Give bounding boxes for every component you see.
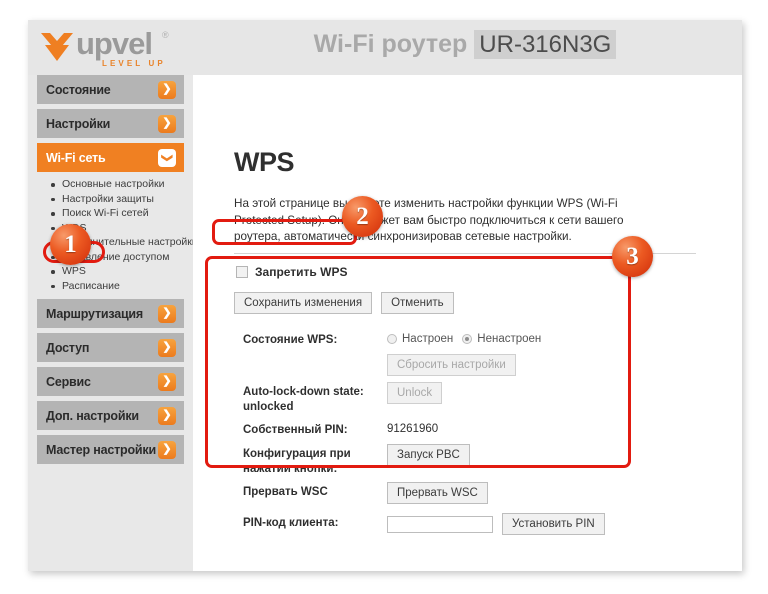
page-header: upvel ® LEVEL UP Wi-Fi роутер UR-316N3G xyxy=(28,20,742,75)
stop-wsc-label: Прервать WSC xyxy=(243,486,328,498)
sidebar-item-settings[interactable]: Настройки ❯ xyxy=(37,109,184,138)
sidebar-subitem-security-settings[interactable]: Настройки защиты xyxy=(51,192,184,207)
client-pin-row: PIN-код клиента: Установить PIN xyxy=(243,513,643,535)
upvel-chevron-logo-icon xyxy=(41,33,73,61)
page-description: На этой странице вы можете изменить наст… xyxy=(234,197,624,243)
main-content: WPS На этой странице вы можете изменить … xyxy=(193,75,742,571)
chevron-right-icon: ❯ xyxy=(158,440,176,459)
sidebar-item-label: Wi-Fi сеть xyxy=(46,150,106,165)
disable-wps-label: Запретить WPS xyxy=(255,265,348,279)
sidebar-item-service[interactable]: Сервис ❯ xyxy=(37,367,184,396)
sidebar-item-label: Сервис xyxy=(46,374,91,389)
router-model-badge: UR-316N3G xyxy=(474,30,617,59)
chevron-right-icon: ❯ xyxy=(158,338,176,357)
wps-reset-spacer xyxy=(243,354,387,357)
wps-reset-row: Сбросить настройки xyxy=(243,354,643,376)
chevron-right-icon: ❯ xyxy=(158,80,176,99)
sidebar-item-status[interactable]: Состояние ❯ xyxy=(37,75,184,104)
sidebar-item-label: Состояние xyxy=(46,82,111,97)
sidebar-item-routing[interactable]: Маршрутизация ❯ xyxy=(37,299,184,328)
header-title-prefix: Wi-Fi роутер xyxy=(313,30,468,58)
sidebar-item-setup-wizard[interactable]: Мастер настройки ❯ xyxy=(37,435,184,464)
stop-wsc-button[interactable]: Прервать WSC xyxy=(387,482,488,504)
wps-status-unconfigured-option[interactable]: Ненастроен xyxy=(462,333,541,345)
sidebar-item-access[interactable]: Доступ ❯ xyxy=(37,333,184,362)
router-admin-page: upvel ® LEVEL UP Wi-Fi роутер UR-316N3G … xyxy=(28,20,742,571)
client-pin-input[interactable] xyxy=(387,515,493,533)
disable-wps-row[interactable]: Запретить WPS xyxy=(236,265,347,279)
chevron-down-icon: ❯ xyxy=(158,148,176,167)
sidebar-item-label: Доп. настройки xyxy=(46,408,139,423)
logo-registered-mark: ® xyxy=(162,30,169,40)
sidebar-item-label: Мастер настройки xyxy=(46,442,156,457)
save-button[interactable]: Сохранить изменения xyxy=(234,292,373,314)
chevron-right-icon: ❯ xyxy=(158,114,176,133)
pbc-label: Конфигурация при нажатии кнопки: xyxy=(243,448,351,475)
sidebar-subitem-basic-settings[interactable]: Основные настройки xyxy=(51,177,184,192)
wps-status-row: Состояние WPS: Настроен Ненастроен xyxy=(243,330,643,348)
start-pbc-button[interactable]: Запуск PBC xyxy=(387,444,470,466)
annotation-badge-2: 2 xyxy=(342,196,383,237)
sidebar-subitem-schedule[interactable]: Расписание xyxy=(51,279,184,294)
reset-settings-button[interactable]: Сбросить настройки xyxy=(387,354,516,376)
radio-icon-selected[interactable] xyxy=(462,334,473,344)
autolock-row: Auto-lock-down state: unlocked Unlock xyxy=(243,382,643,414)
page-heading: WPS xyxy=(234,147,295,177)
own-pin-row: Собственный PIN: 91261960 xyxy=(243,420,643,438)
wps-status-label: Состояние WPS: xyxy=(243,334,338,346)
sidebar-item-extra-settings[interactable]: Доп. настройки ❯ xyxy=(37,401,184,430)
sidebar-subitem-scan-networks[interactable]: Поиск Wi-Fi сетей xyxy=(51,206,184,221)
own-pin-value: 91261960 xyxy=(387,423,439,435)
set-pin-button[interactable]: Установить PIN xyxy=(502,513,605,535)
screenshot-root: upvel ® LEVEL UP Wi-Fi роутер UR-316N3G … xyxy=(0,0,768,594)
sidebar-item-label: Маршрутизация xyxy=(46,306,144,321)
own-pin-label: Собственный PIN: xyxy=(243,424,348,436)
radio-icon[interactable] xyxy=(387,334,397,344)
annotation-badge-1: 1 xyxy=(50,224,91,265)
sidebar-nav: Состояние ❯ Настройки ❯ Wi-Fi сеть ❯ Осн… xyxy=(28,75,198,571)
wps-status-configured-label: Настроен xyxy=(402,333,454,345)
sidebar-item-label: Настройки xyxy=(46,116,111,131)
wps-settings-table: Состояние WPS: Настроен Ненастроен Сброс… xyxy=(243,330,643,541)
page-title-bar: Wi-Fi роутер UR-316N3G xyxy=(198,30,732,59)
logo-tagline: LEVEL UP xyxy=(102,59,166,68)
logo-wordmark: upvel xyxy=(76,26,153,61)
autolock-state-label: Auto-lock-down state: unlocked xyxy=(243,386,364,413)
annotation-badge-3: 3 xyxy=(612,236,653,277)
wps-status-unconfigured-label: Ненастроен xyxy=(477,333,542,345)
unlock-button[interactable]: Unlock xyxy=(387,382,443,404)
sidebar-subitem-wps[interactable]: WPS xyxy=(51,264,184,279)
sidebar-item-wifi-network[interactable]: Wi-Fi сеть ❯ xyxy=(37,143,184,172)
cancel-button[interactable]: Отменить xyxy=(381,292,454,314)
chevron-right-icon: ❯ xyxy=(158,406,176,425)
chevron-right-icon: ❯ xyxy=(158,372,176,391)
chevron-right-icon: ❯ xyxy=(158,304,176,323)
form-actions: Сохранить изменения Отменить xyxy=(234,292,454,314)
upvel-logo[interactable]: upvel ® LEVEL UP xyxy=(40,26,190,72)
sidebar-item-label: Доступ xyxy=(46,340,90,355)
disable-wps-checkbox[interactable] xyxy=(236,266,248,278)
stop-wsc-row: Прервать WSC Прервать WSC xyxy=(243,482,643,504)
wps-status-configured-option[interactable]: Настроен xyxy=(387,333,453,345)
pbc-row: Конфигурация при нажатии кнопки: Запуск … xyxy=(243,444,643,476)
client-pin-label: PIN-код клиента: xyxy=(243,517,339,529)
